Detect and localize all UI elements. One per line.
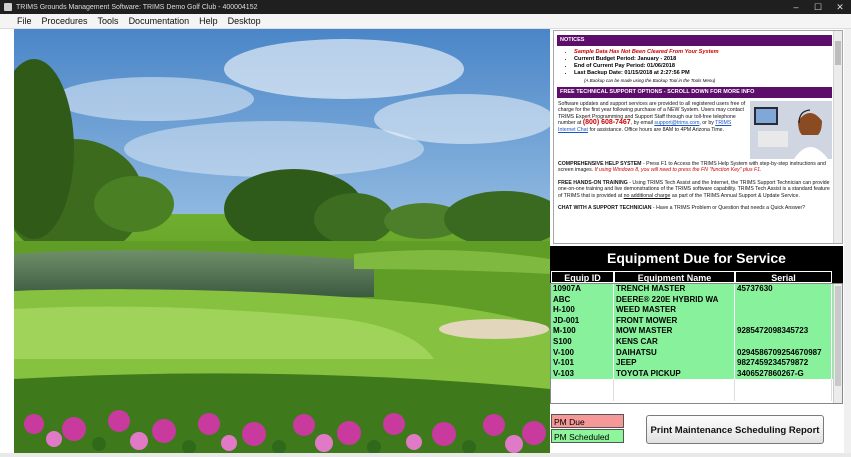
column-equipment-name[interactable]: Equipment Name bbox=[614, 271, 735, 283]
support-paragraph: Software updates and support services ar… bbox=[558, 101, 832, 159]
notice-item: Sample Data Has Not Been Cleared From Yo… bbox=[574, 49, 832, 56]
close-button[interactable]: ✕ bbox=[829, 2, 851, 13]
table-row[interactable]: V-100 DAIHATSU 0294586709254670987 bbox=[551, 347, 842, 359]
table-row-empty bbox=[551, 379, 842, 390]
notices-header: NOTICES bbox=[557, 35, 832, 46]
window-bottom-border bbox=[0, 453, 851, 457]
maximize-button[interactable]: ☐ bbox=[807, 2, 829, 13]
app-icon bbox=[4, 3, 12, 11]
notice-item: Current Budget Period: January - 2018 bbox=[574, 56, 832, 63]
legend-pm-due: PM Due bbox=[551, 414, 624, 428]
menu-help[interactable]: Help bbox=[197, 16, 220, 26]
table-row[interactable]: M-100 MOW MASTER 9285472098345723 bbox=[551, 326, 842, 337]
print-maintenance-report-button[interactable]: Print Maintenance Scheduling Report bbox=[646, 415, 824, 444]
table-row[interactable]: S100 KENS CAR bbox=[551, 336, 842, 348]
table-row[interactable]: ABC DEERE® 220E HYBRID WA bbox=[551, 294, 842, 306]
notice-item: Last Backup Date: 01/15/2018 at 2:27:56 … bbox=[574, 70, 832, 77]
equipment-due-title: Equipment Due for Service bbox=[550, 246, 843, 271]
table-row[interactable]: H-100 WEED MASTER bbox=[551, 305, 842, 316]
notices-scrollbar[interactable] bbox=[833, 31, 842, 243]
minimize-button[interactable]: – bbox=[785, 2, 807, 12]
support-technician-photo bbox=[750, 101, 832, 159]
equipment-table[interactable]: 10907A TRENCH MASTER 45737630 ABC DEERE® 22… bbox=[550, 283, 843, 404]
menu-tools[interactable]: Tools bbox=[96, 16, 121, 26]
support-phone: (800) 608-7467 bbox=[582, 119, 631, 127]
notice-item: End of Current Pay Period: 01/06/2018 bbox=[574, 63, 832, 70]
window-title: TRIMS Grounds Management Software: TRIMS… bbox=[16, 3, 258, 11]
menu-procedures[interactable]: Procedures bbox=[40, 16, 90, 26]
title-bar: TRIMS Grounds Management Software: TRIMS… bbox=[0, 0, 851, 14]
column-serial[interactable]: Serial bbox=[735, 271, 832, 283]
notices-list: Sample Data Has Not Been Cleared From Yo… bbox=[574, 49, 832, 77]
support-header: FREE TECHNICAL SUPPORT OPTIONS - SCROLL … bbox=[557, 87, 832, 98]
equipment-table-header: Equip ID Equipment Name Serial bbox=[550, 271, 843, 283]
training-paragraph: FREE HANDS-ON TRAINING - Using TRIMS Tec… bbox=[558, 179, 830, 199]
equipment-table-scrollbar[interactable] bbox=[833, 284, 842, 403]
backup-note: (A Backup can be made using the Backup T… bbox=[584, 78, 716, 83]
equipment-due-panel: Equipment Due for Service Equip ID Equip… bbox=[550, 246, 843, 406]
menu-bar: File Procedures Tools Documentation Help… bbox=[0, 14, 851, 29]
table-row[interactable]: JD-001 FRONT MOWER bbox=[551, 315, 842, 327]
menu-documentation[interactable]: Documentation bbox=[127, 16, 192, 26]
support-email-link[interactable]: support@trims.com bbox=[654, 120, 699, 126]
golf-course-photo bbox=[14, 29, 550, 453]
menu-file[interactable]: File bbox=[15, 16, 34, 26]
table-row[interactable]: V-103 TOYOTA PICKUP 3406527860267-G bbox=[551, 368, 842, 380]
menu-desktop[interactable]: Desktop bbox=[226, 16, 263, 26]
notices-panel[interactable]: NOTICES Sample Data Has Not Been Cleared… bbox=[553, 30, 843, 244]
table-row[interactable]: V-101 JEEP 9827459234579872 bbox=[551, 358, 842, 369]
column-equip-id[interactable]: Equip ID bbox=[551, 271, 614, 283]
table-row-empty bbox=[551, 389, 842, 401]
legend-pm-scheduled: PM Scheduled bbox=[551, 429, 624, 443]
help-system-paragraph: COMPREHENSIVE HELP SYSTEM - Press F1 to … bbox=[558, 161, 826, 174]
table-row[interactable]: 10907A TRENCH MASTER 45737630 bbox=[551, 284, 842, 295]
window-right-border bbox=[844, 29, 851, 453]
chat-paragraph: CHAT WITH A SUPPORT TECHNICIAN - Have a … bbox=[558, 205, 806, 212]
